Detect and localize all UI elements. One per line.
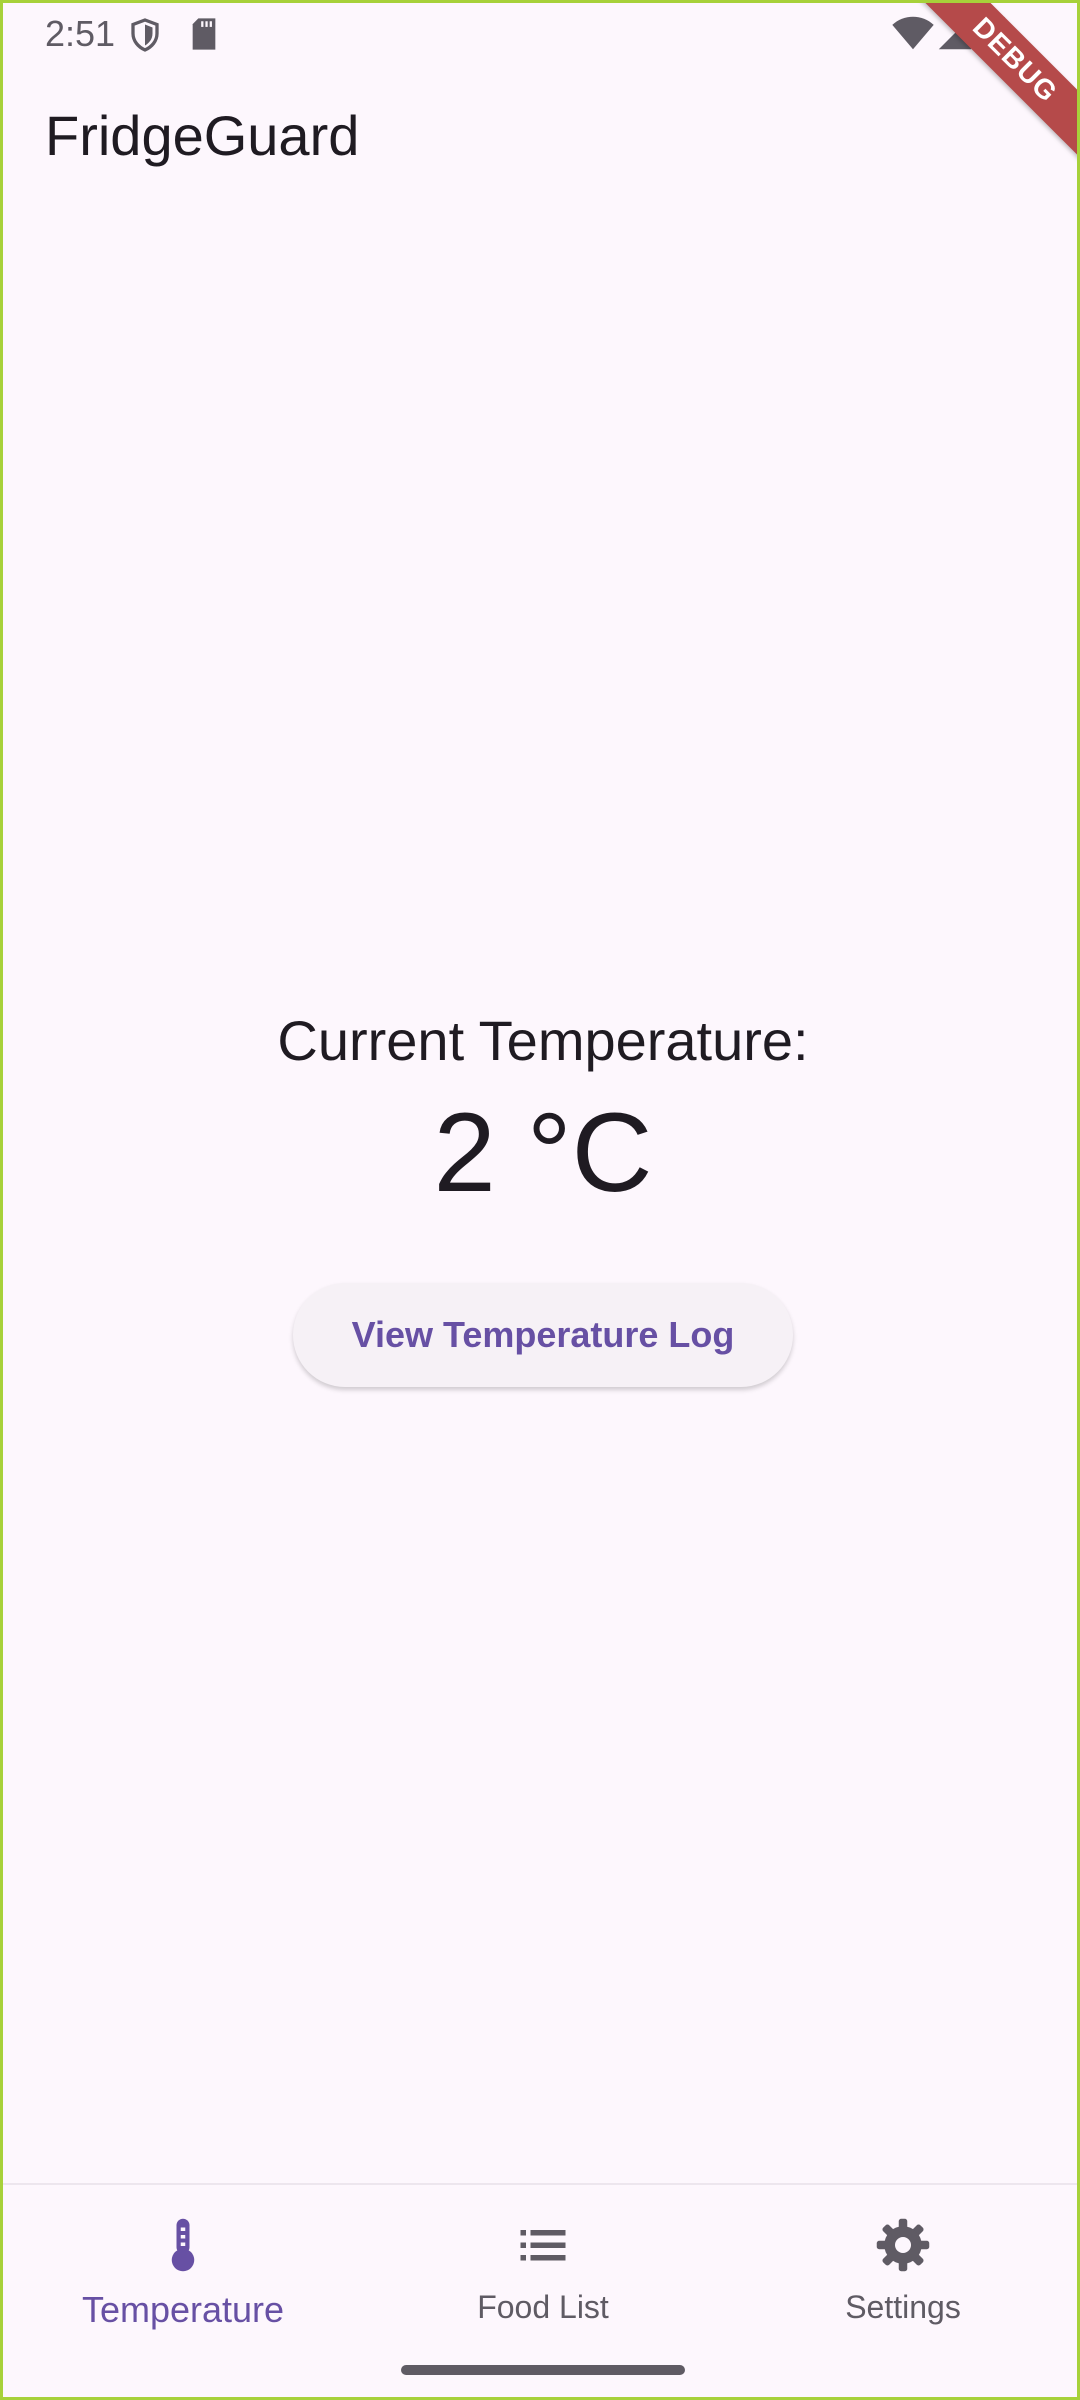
wifi-icon [891, 15, 935, 56]
temperature-panel: Current Temperature: 2 °C View Temperatu… [3, 993, 1077, 1387]
nav-label-settings: Settings [845, 2289, 961, 2325]
shield-icon [127, 17, 163, 58]
status-time: 2:51 [45, 13, 116, 54]
nav-label-temperature: Temperature [81, 2289, 285, 2330]
thermometer-icon [3, 2215, 363, 2275]
app-title: FridgeGuard [45, 104, 360, 167]
nav-item-settings[interactable]: Settings [723, 2215, 1077, 2326]
temperature-label: Current Temperature: [277, 1009, 809, 1072]
nav-item-temperature[interactable]: Temperature [3, 2215, 363, 2331]
status-bar: 2:51 [3, 3, 1077, 67]
gear-icon [723, 2215, 1077, 2275]
temperature-value: 2 °C [433, 1090, 653, 1215]
list-icon [363, 2215, 723, 2275]
view-temperature-log-button[interactable]: View Temperature Log [293, 1283, 793, 1387]
home-indicator[interactable] [401, 2365, 685, 2375]
nav-item-food-list[interactable]: Food List [363, 2215, 723, 2326]
nav-label-food-list: Food List [477, 2289, 609, 2325]
app-screen: 2:51 DEBUG FridgeGuard Current Temperatu… [0, 0, 1080, 2400]
sd-card-icon [189, 17, 219, 56]
